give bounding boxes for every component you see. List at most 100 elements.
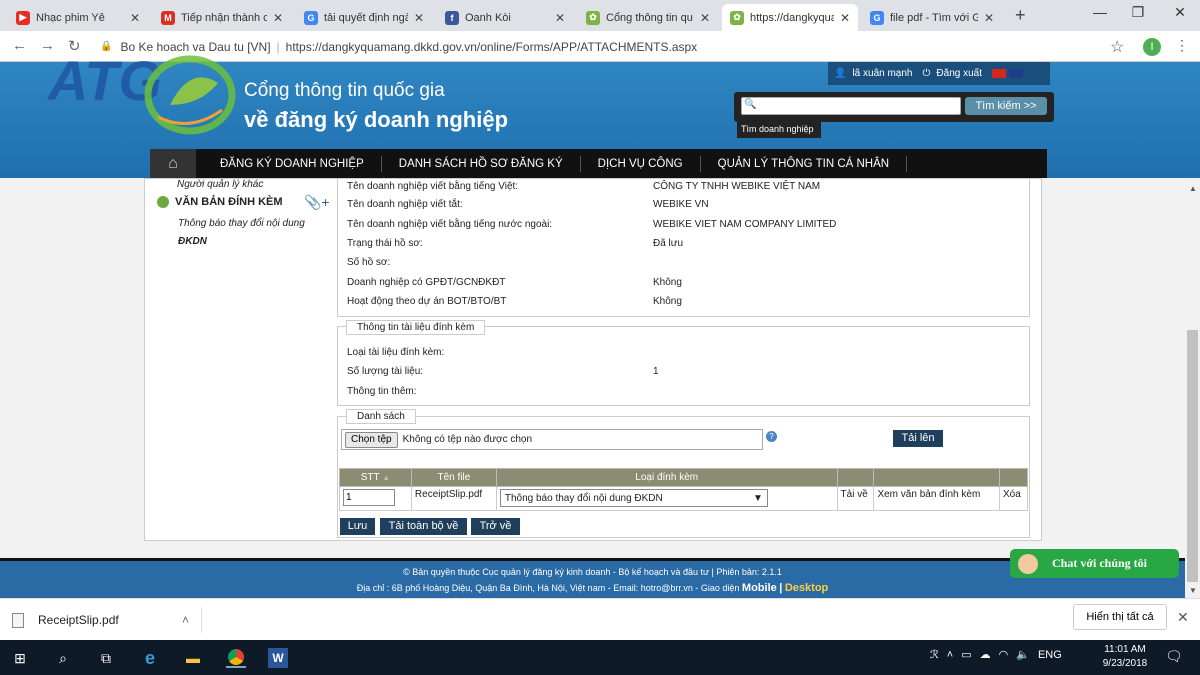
- browser-tab[interactable]: ▶ Nhạc phim Yê ✕: [8, 4, 148, 31]
- save-button[interactable]: Lưu: [340, 518, 375, 535]
- home-icon[interactable]: ⌂: [150, 149, 196, 178]
- word-icon[interactable]: W: [268, 648, 288, 668]
- search-taskbar-icon[interactable]: ⌕: [53, 648, 73, 668]
- forward-icon[interactable]: →: [40, 37, 55, 54]
- logout-link[interactable]: Đăng xuất: [936, 68, 982, 79]
- desktop-view-link[interactable]: Desktop: [785, 582, 828, 594]
- tab-close-icon[interactable]: ✕: [130, 11, 140, 25]
- chevron-up-icon[interactable]: ˄: [182, 613, 189, 627]
- tab-close-icon[interactable]: ✕: [414, 11, 424, 25]
- tab-favicon-icon: ✿: [586, 10, 600, 25]
- sidebar-item-attachments[interactable]: VĂN BẢN ĐÍNH KÈM: [157, 196, 283, 208]
- search-input[interactable]: [741, 97, 961, 115]
- vietnam-flag-icon[interactable]: [992, 69, 1007, 78]
- info-label: Hoạt động theo dự án BOT/BTO/BT: [347, 296, 507, 307]
- browser-tab[interactable]: ✿ Cổng thông tin qu ✕: [578, 4, 718, 31]
- search-hint-tab[interactable]: Tìm doanh nghiệp: [737, 121, 821, 138]
- sidebar-sub-item-line2[interactable]: ĐKDN: [178, 236, 207, 247]
- back-icon[interactable]: ←: [12, 37, 27, 54]
- info-label: Tên doanh nghiệp viết bằng tiếng nước ng…: [347, 219, 553, 230]
- uk-flag-icon[interactable]: [1009, 69, 1024, 78]
- browser-tab[interactable]: ✿ https://dangkyqua ✕: [722, 4, 858, 31]
- scroll-down-icon[interactable]: ▼: [1189, 586, 1197, 595]
- footer-copyright: © Bản quyền thuộc Cục quản lý đăng ký ki…: [403, 567, 782, 577]
- column-header-stt[interactable]: STT ▲: [339, 468, 412, 487]
- stt-input[interactable]: [343, 489, 395, 506]
- volume-icon[interactable]: 🔈: [1016, 648, 1030, 661]
- info-label: Doanh nghiệp có GPĐT/GCNĐKĐT: [347, 277, 506, 288]
- download-bar: ReceiptSlip.pdf ˄: [0, 598, 1200, 640]
- close-icon[interactable]: ✕: [1177, 609, 1189, 626]
- info-value: Đã lưu: [653, 238, 684, 249]
- tab-title: Cổng thông tin qu: [606, 11, 693, 24]
- tab-close-icon[interactable]: ✕: [555, 11, 565, 25]
- download-all-button[interactable]: Tải toàn bộ về: [380, 518, 467, 535]
- people-icon[interactable]: ℛ: [930, 648, 939, 661]
- chrome-icon[interactable]: [226, 648, 246, 668]
- battery-icon[interactable]: ▭: [961, 648, 971, 661]
- support-avatar: [1018, 553, 1038, 574]
- site-footer: © Bản quyền thuộc Cục quản lý đăng ký ki…: [0, 558, 1185, 598]
- power-icon[interactable]: ⏻: [923, 68, 931, 79]
- scroll-up-icon[interactable]: ▲: [1189, 184, 1197, 193]
- svg-text:ATG: ATG: [46, 55, 162, 112]
- browser-tab[interactable]: Gtải quyết định ngà ✕: [296, 4, 432, 31]
- system-tray: ℛ ˄ ▭ ☁ ◠ 🔈 ENG: [930, 648, 1062, 662]
- mobile-view-link[interactable]: Mobile: [742, 582, 777, 594]
- info-value: CÔNG TY TNHH WEBIKE VIỆT NAM: [653, 181, 821, 192]
- tab-close-icon[interactable]: ✕: [840, 11, 850, 25]
- windows-start-icon[interactable]: ⊞: [10, 648, 30, 668]
- info-value: Không: [653, 277, 682, 288]
- download-item[interactable]: ReceiptSlip.pdf ˄: [12, 607, 202, 633]
- info-label: Tên doanh nghiệp viết bằng tiếng Việt:: [347, 181, 519, 192]
- pdf-file-icon: [12, 612, 24, 628]
- help-icon[interactable]: ?: [766, 431, 777, 442]
- reload-icon[interactable]: ↻: [68, 37, 81, 55]
- address-bar[interactable]: 🔒 Bo Ke hoach va Dau tu [VN] | https://d…: [100, 35, 1100, 58]
- choose-file-button[interactable]: Chọn tệp: [345, 431, 398, 448]
- tab-close-icon[interactable]: ✕: [273, 11, 283, 25]
- view-attachment-link[interactable]: Xem văn bản đính kèm: [873, 486, 1000, 511]
- upload-button[interactable]: Tải lên: [893, 430, 943, 447]
- browser-tab[interactable]: M Tiếp nhận thành c ✕: [153, 4, 291, 31]
- clock[interactable]: 11:01 AM 9/23/2018: [1100, 643, 1150, 671]
- info-value: WEBIKE VIET NAM COMPANY LIMITED: [653, 219, 837, 230]
- tab-close-icon[interactable]: ✕: [700, 11, 710, 25]
- maximize-button[interactable]: ❐: [1116, 4, 1160, 21]
- language-indicator[interactable]: ENG: [1038, 649, 1062, 661]
- tab-title: Nhạc phim Yê: [36, 11, 105, 24]
- edge-icon[interactable]: e: [140, 648, 160, 668]
- attachment-type-select[interactable]: Thông báo thay đổi nội dung ĐKDN ▼: [499, 489, 768, 507]
- search-button[interactable]: Tìm kiếm >>: [965, 97, 1047, 115]
- download-link[interactable]: Tải về: [836, 486, 875, 511]
- wifi-icon[interactable]: ◠: [999, 648, 1009, 661]
- new-tab-button[interactable]: +: [1015, 5, 1026, 26]
- profile-avatar[interactable]: I: [1143, 38, 1161, 56]
- browser-tab[interactable]: Gfile pdf - Tìm với G ✕: [862, 4, 1002, 31]
- tab-favicon-icon: ▶: [16, 10, 30, 25]
- scrollbar-thumb[interactable]: [1187, 330, 1198, 582]
- back-button[interactable]: Trở về: [471, 518, 520, 535]
- browser-tab[interactable]: f Oanh Kòi ✕: [437, 4, 573, 31]
- close-window-button[interactable]: ✕: [1158, 4, 1200, 21]
- sidebar-item-other-managers[interactable]: Người quản lý khác: [177, 179, 263, 190]
- user-name-link[interactable]: lã xuân mạnh: [852, 68, 912, 79]
- browser-menu-icon[interactable]: ⋮: [1175, 37, 1189, 54]
- paperclip-add-icon[interactable]: 📎+: [304, 194, 330, 211]
- show-hidden-icons-icon[interactable]: ˄: [947, 649, 953, 661]
- chat-button[interactable]: Chat với chúng tôi: [1010, 549, 1179, 578]
- tab-close-icon[interactable]: ✕: [984, 11, 994, 25]
- task-view-icon[interactable]: ⧉: [96, 648, 116, 668]
- delete-link[interactable]: Xóa: [998, 486, 1029, 511]
- nav-application-list[interactable]: DANH SÁCH HỒ SƠ ĐĂNG KÝ: [382, 155, 581, 172]
- notifications-icon[interactable]: 🗨: [1165, 648, 1183, 665]
- nav-register-business[interactable]: ĐĂNG KÝ DOANH NGHIỆP: [196, 155, 382, 172]
- show-all-downloads-button[interactable]: Hiển thị tất cả: [1073, 604, 1167, 630]
- tab-title: Oanh Kòi: [465, 11, 511, 24]
- sidebar-sub-item[interactable]: Thông báo thay đổi nội dung: [178, 218, 305, 229]
- cloud-icon[interactable]: ☁: [980, 648, 991, 661]
- nav-public-services[interactable]: DỊCH VỤ CÔNG: [581, 155, 701, 172]
- file-explorer-icon[interactable]: ▬: [183, 648, 203, 668]
- bookmark-star-icon[interactable]: ☆: [1110, 37, 1124, 57]
- nav-personal-info[interactable]: QUẢN LÝ THÔNG TIN CÁ NHÂN: [701, 155, 908, 172]
